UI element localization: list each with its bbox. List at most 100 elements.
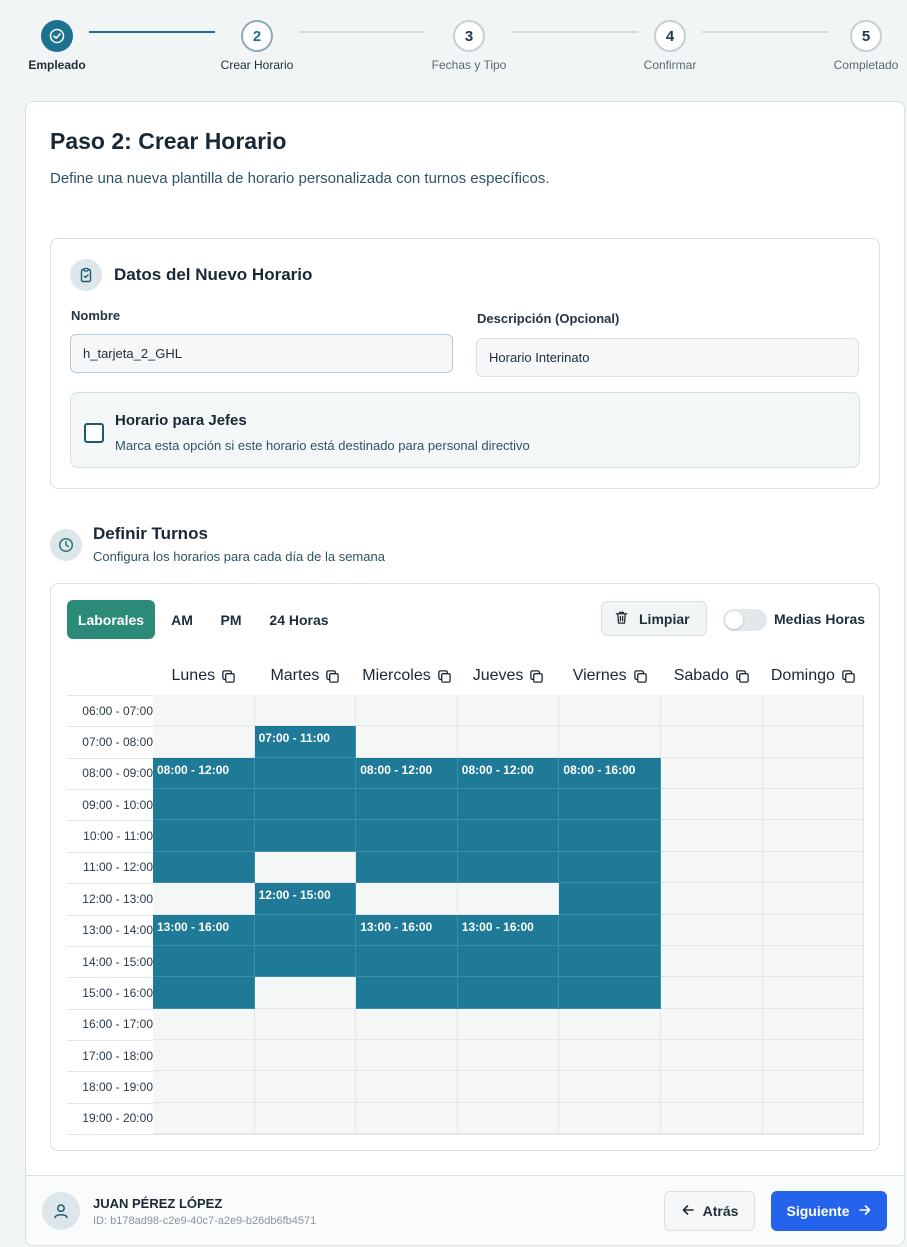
schedule-cell[interactable] bbox=[254, 695, 357, 727]
schedule-cell[interactable] bbox=[661, 757, 763, 790]
schedule-cell[interactable] bbox=[762, 1008, 865, 1040]
schedule-cell[interactable] bbox=[153, 695, 255, 727]
schedule-cell[interactable] bbox=[762, 883, 865, 915]
schedule-cell[interactable] bbox=[254, 851, 357, 884]
schedule-cell[interactable] bbox=[457, 1039, 560, 1072]
schedule-cell[interactable] bbox=[661, 1039, 763, 1072]
schedule-cell[interactable] bbox=[559, 1071, 661, 1103]
shift-cell[interactable] bbox=[356, 789, 458, 821]
next-button[interactable]: Siguiente bbox=[771, 1191, 887, 1231]
step-fechas-tipo[interactable]: 3 Fechas y Tipo bbox=[414, 20, 524, 72]
schedule-cell[interactable] bbox=[762, 1102, 865, 1135]
schedule-cell[interactable] bbox=[356, 1008, 458, 1040]
schedule-cell[interactable] bbox=[457, 1071, 560, 1103]
schedule-cell[interactable] bbox=[356, 695, 458, 727]
schedule-cell[interactable] bbox=[356, 1102, 458, 1135]
copy-icon[interactable] bbox=[437, 669, 452, 684]
schedule-cell[interactable] bbox=[457, 726, 560, 758]
schedule-cell[interactable] bbox=[762, 945, 865, 978]
shift-cell[interactable] bbox=[254, 820, 357, 852]
schedule-cell[interactable] bbox=[762, 757, 865, 790]
schedule-cell[interactable] bbox=[762, 1071, 865, 1103]
shift-cell[interactable] bbox=[153, 789, 255, 821]
shift-cell[interactable] bbox=[254, 789, 357, 821]
shift-cell[interactable] bbox=[254, 757, 357, 790]
schedule-cell[interactable] bbox=[661, 695, 763, 727]
shift-cell[interactable] bbox=[457, 789, 560, 821]
copy-icon[interactable] bbox=[325, 669, 340, 684]
copy-icon[interactable] bbox=[841, 669, 856, 684]
jefes-checkbox[interactable] bbox=[84, 423, 104, 443]
shift-cell[interactable] bbox=[559, 851, 661, 884]
schedule-cell[interactable] bbox=[661, 1102, 763, 1135]
tab-laborales[interactable]: Laborales bbox=[67, 600, 155, 639]
step-empleado[interactable]: Empleado bbox=[2, 20, 112, 72]
back-button[interactable]: Atrás bbox=[664, 1191, 755, 1231]
schedule-cell[interactable] bbox=[356, 883, 458, 915]
tab-am[interactable]: AM bbox=[159, 600, 205, 639]
schedule-cell[interactable] bbox=[661, 914, 763, 946]
shift-cell[interactable] bbox=[153, 977, 255, 1009]
schedule-cell[interactable] bbox=[457, 883, 560, 915]
schedule-cell[interactable] bbox=[153, 1039, 255, 1072]
descripcion-input[interactable]: Horario Interinato bbox=[476, 338, 859, 377]
schedule-cell[interactable] bbox=[661, 945, 763, 978]
schedule-cell[interactable] bbox=[457, 1102, 560, 1135]
shift-cell[interactable] bbox=[559, 883, 661, 915]
copy-icon[interactable] bbox=[221, 669, 236, 684]
schedule-cell[interactable] bbox=[762, 695, 865, 727]
schedule-cell[interactable] bbox=[661, 883, 763, 915]
shift-cell[interactable] bbox=[457, 851, 560, 884]
schedule-cell[interactable] bbox=[762, 914, 865, 946]
schedule-cell[interactable] bbox=[661, 789, 763, 821]
copy-icon[interactable] bbox=[529, 669, 544, 684]
shift-cell[interactable] bbox=[254, 914, 357, 946]
schedule-cell[interactable] bbox=[559, 1008, 661, 1040]
schedule-cell[interactable] bbox=[661, 726, 763, 758]
schedule-cell[interactable] bbox=[356, 1039, 458, 1072]
clear-button[interactable]: Limpiar bbox=[601, 601, 707, 636]
schedule-cell[interactable] bbox=[661, 1008, 763, 1040]
schedule-cell[interactable] bbox=[356, 1071, 458, 1103]
schedule-cell[interactable] bbox=[254, 977, 357, 1009]
shift-cell[interactable] bbox=[356, 977, 458, 1009]
shift-cell[interactable] bbox=[457, 820, 560, 852]
shift-cell[interactable] bbox=[457, 977, 560, 1009]
schedule-cell[interactable] bbox=[762, 1039, 865, 1072]
shift-cell[interactable] bbox=[559, 945, 661, 978]
schedule-cell[interactable] bbox=[153, 1071, 255, 1103]
step-confirmar[interactable]: 4 Confirmar bbox=[615, 20, 725, 72]
schedule-cell[interactable] bbox=[762, 726, 865, 758]
shift-cell[interactable] bbox=[153, 945, 255, 978]
schedule-cell[interactable] bbox=[661, 1071, 763, 1103]
shift-cell[interactable] bbox=[153, 820, 255, 852]
schedule-cell[interactable] bbox=[762, 789, 865, 821]
shift-cell[interactable] bbox=[153, 851, 255, 884]
tab-pm[interactable]: PM bbox=[209, 600, 253, 639]
schedule-cell[interactable] bbox=[559, 1039, 661, 1072]
shift-cell[interactable] bbox=[356, 945, 458, 978]
schedule-cell[interactable] bbox=[661, 820, 763, 852]
jefes-option[interactable]: Horario para Jefes Marca esta opción si … bbox=[70, 392, 860, 468]
schedule-cell[interactable] bbox=[559, 726, 661, 758]
schedule-cell[interactable] bbox=[762, 820, 865, 852]
shift-cell[interactable] bbox=[457, 945, 560, 978]
shift-cell[interactable] bbox=[559, 914, 661, 946]
schedule-cell[interactable] bbox=[762, 977, 865, 1009]
nombre-input[interactable]: h_tarjeta_2_GHL bbox=[70, 334, 453, 373]
shift-cell[interactable] bbox=[559, 789, 661, 821]
shift-cell[interactable] bbox=[356, 851, 458, 884]
shift-cell[interactable] bbox=[254, 945, 357, 978]
schedule-cell[interactable] bbox=[457, 695, 560, 727]
tab-24-horas[interactable]: 24 Horas bbox=[259, 600, 339, 639]
schedule-cell[interactable] bbox=[457, 1008, 560, 1040]
schedule-cell[interactable] bbox=[762, 851, 865, 884]
schedule-cell[interactable] bbox=[356, 726, 458, 758]
schedule-cell[interactable] bbox=[254, 1039, 357, 1072]
shift-cell[interactable] bbox=[559, 820, 661, 852]
shift-cell[interactable] bbox=[559, 977, 661, 1009]
schedule-cell[interactable] bbox=[661, 851, 763, 884]
schedule-cell[interactable] bbox=[559, 695, 661, 727]
schedule-cell[interactable] bbox=[254, 1102, 357, 1135]
schedule-cell[interactable] bbox=[153, 726, 255, 758]
